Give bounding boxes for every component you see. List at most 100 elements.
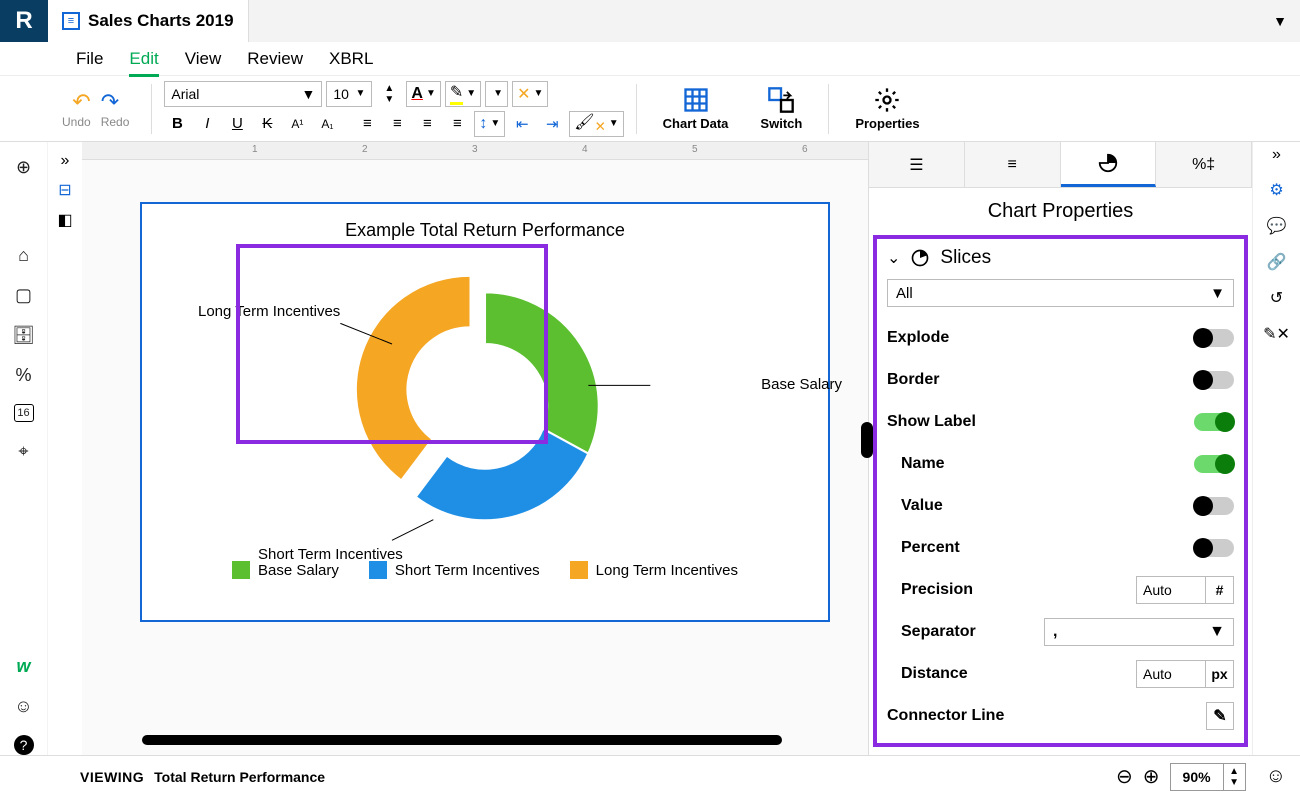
panel-title: Chart Properties [869,188,1252,235]
redo-label: Redo [101,115,130,129]
pie-icon [1097,152,1119,174]
italic-button[interactable]: I [194,111,220,137]
bold-button[interactable]: B [164,111,190,137]
percent-icon[interactable]: % [13,364,35,386]
chart-legend: Base Salary Short Term Incentives Long T… [158,561,812,579]
format-group: Arial▼ 10▼ ▲▼ A▼ ✎▼ ▼ ✕▼ B I U K A¹ A₁ ≡… [164,81,623,137]
document-tab[interactable]: ≡ Sales Charts 2019 [48,0,249,42]
document-canvas[interactable]: 1 2 3 4 5 6 Example Total Return Perform… [82,142,868,755]
menu-xbrl[interactable]: XBRL [329,49,373,69]
label-base-salary: Base Salary [761,376,842,393]
slice-short-term[interactable] [416,429,589,521]
gear-icon[interactable]: ⚙ [1269,180,1283,200]
highlight-color-button[interactable]: ✎▼ [445,81,481,107]
zoom-in-icon[interactable]: ⊕ [1143,764,1160,789]
menu-file[interactable]: File [76,49,103,69]
horizontal-scrollbar[interactable] [142,735,782,745]
menu-bar: File Edit View Review XBRL [0,42,1300,76]
chart-data-button[interactable]: Chart Data [663,86,729,131]
menu-edit[interactable]: Edit [129,49,158,77]
precision-unit: # [1206,576,1234,604]
legend-label-base: Base Salary [258,562,339,579]
add-icon[interactable]: ⊕ [13,156,35,178]
expand-icon[interactable]: » [61,152,70,170]
toggle-explode[interactable] [1194,329,1234,347]
date-icon[interactable]: 16 [14,404,34,422]
account-icon[interactable]: ☺ [1266,765,1286,788]
clear-format-button[interactable]: ✕▼ [512,81,548,107]
align-center-button[interactable]: ≡ [384,111,410,137]
undo-icon[interactable]: ↶ [72,89,90,115]
slice-selector[interactable]: All▼ [887,279,1234,307]
data-icon[interactable]: 🗄 [13,324,35,346]
properties-button[interactable]: Properties [855,86,919,131]
valign-button[interactable]: ↕▼ [474,111,505,137]
underline-button[interactable]: U [224,111,250,137]
zoom-level[interactable]: 90%▲▼ [1170,763,1246,791]
slice-long-term[interactable] [356,276,471,481]
toggle-name[interactable] [1194,455,1234,473]
panel-resize-handle[interactable] [861,422,873,458]
font-family-select[interactable]: Arial▼ [164,81,322,107]
app-logo[interactable]: R [0,0,48,42]
collapse-right-icon[interactable]: » [1272,146,1281,164]
tag-icon[interactable]: ⌖ [13,440,35,462]
undo-label: Undo [62,115,91,129]
align-justify-button[interactable]: ≡ [444,111,470,137]
separator-select[interactable]: ,▼ [1044,618,1234,646]
document-title: Sales Charts 2019 [88,11,234,31]
donut-chart[interactable] [158,251,812,561]
panel-tab-format[interactable]: %‡ [1156,142,1252,187]
help-icon[interactable]: ? [14,735,34,755]
chart-object[interactable]: Example Total Return Performance Base Sa… [140,202,830,622]
panel-tab-text[interactable]: ≡ [965,142,1061,187]
align-left-button[interactable]: ≡ [354,111,380,137]
legend-label-short: Short Term Incentives [395,562,540,579]
zoom-out-icon[interactable]: ⊖ [1116,764,1133,789]
fill-color-button[interactable]: ▼ [485,81,508,107]
home-icon[interactable]: ⌂ [13,244,35,266]
redo-icon[interactable]: ↷ [101,89,119,115]
prop-separator: Separator ,▼ [887,611,1234,653]
font-size-stepper[interactable]: ▲▼ [376,81,402,107]
track-icon[interactable]: ✎✕ [1263,324,1290,344]
outdent-button[interactable]: ⇤ [509,111,535,137]
switch-button[interactable]: Switch [760,86,802,131]
history-icon[interactable]: ↺ [1270,288,1283,308]
panel-tab-chart[interactable] [1061,142,1157,187]
align-right-button[interactable]: ≡ [414,111,440,137]
format-painter-button[interactable]: 🖌✕▼ [569,111,623,137]
superscript-button[interactable]: A¹ [284,111,310,137]
panel-tabs: ☰ ≡ %‡ [869,142,1252,188]
comment-icon[interactable]: 💬 [1267,216,1287,236]
toggle-percent[interactable] [1194,539,1234,557]
link-icon[interactable]: 🔗 [1267,252,1287,272]
title-bar: R ≡ Sales Charts 2019 ▼ [0,0,1300,42]
brand-icon[interactable]: w [13,655,35,677]
strikethrough-button[interactable]: K [254,111,280,137]
distance-input[interactable] [1136,660,1206,688]
toggle-border[interactable] [1194,371,1234,389]
prop-show-label: Show Label [887,401,1234,443]
section-slices-header[interactable]: ⌄ Slices [887,247,1234,269]
menu-review[interactable]: Review [247,49,303,69]
indent-button[interactable]: ⇥ [539,111,565,137]
toggle-show-label[interactable] [1194,413,1234,431]
right-rail: » ⚙ 💬 🔗 ↺ ✎✕ [1252,142,1300,755]
outline-icon[interactable]: ⊟ [58,180,71,200]
precision-input[interactable] [1136,576,1206,604]
folder-icon[interactable]: ▢ [13,284,35,306]
toggle-value[interactable] [1194,497,1234,515]
connector-line-button[interactable]: ✎ [1206,702,1234,730]
panel-tab-outline[interactable]: ☰ [869,142,965,187]
bookmark-icon[interactable]: ◧ [57,210,72,230]
font-size-select[interactable]: 10▼ [326,81,372,107]
label-short-term: Short Term Incentives [258,546,403,563]
text-color-button[interactable]: A▼ [406,81,440,107]
left-rail-2: » ⊟ ◧ [48,142,82,755]
menu-view[interactable]: View [185,49,222,69]
user-icon[interactable]: ☺ [13,695,35,717]
titlebar-menu-caret-icon[interactable]: ▼ [1260,0,1300,42]
prop-distance: Distance px [887,653,1234,695]
subscript-button[interactable]: A₁ [314,111,340,137]
